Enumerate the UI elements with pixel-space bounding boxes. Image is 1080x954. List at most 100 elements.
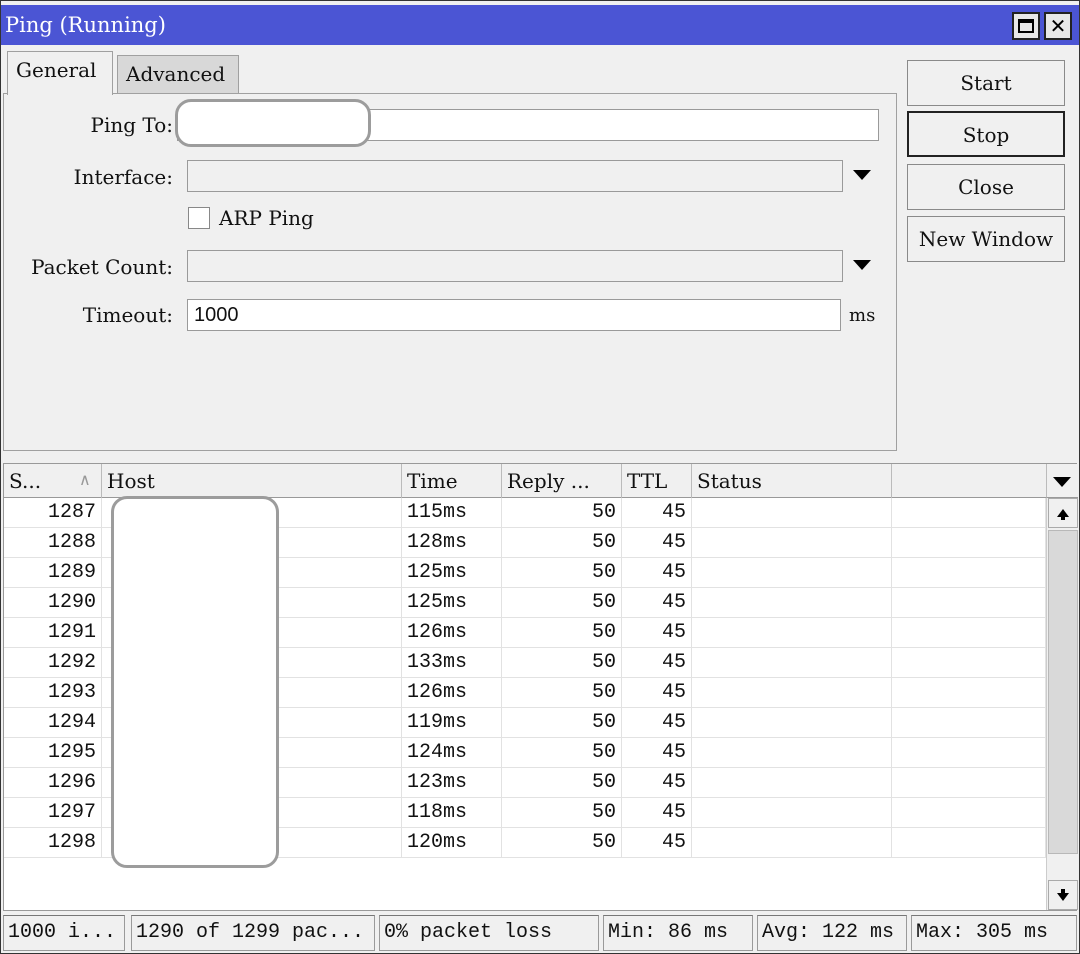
close-button[interactable]: Close bbox=[907, 164, 1065, 210]
column-header-seq[interactable]: S... ∧ bbox=[4, 464, 102, 498]
cell-time: 124ms bbox=[402, 738, 502, 768]
column-header-empty bbox=[892, 464, 1046, 498]
timeout-unit: ms bbox=[849, 305, 876, 326]
cell-seq: 1290 bbox=[4, 588, 102, 618]
column-header-host[interactable]: Host bbox=[102, 464, 402, 498]
cell-seq: 1293 bbox=[4, 678, 102, 708]
cell-reply-size: 50 bbox=[502, 738, 622, 768]
cell-status bbox=[692, 738, 892, 768]
cell-ttl: 45 bbox=[622, 708, 692, 738]
cell-status bbox=[692, 558, 892, 588]
cell-time: 120ms bbox=[402, 828, 502, 858]
ping-to-label: Ping To: bbox=[90, 113, 173, 137]
timeout-input[interactable]: 1000 bbox=[187, 299, 841, 331]
scroll-up-button[interactable] bbox=[1048, 498, 1078, 528]
cell-empty bbox=[892, 648, 1046, 678]
column-header-ttl[interactable]: TTL bbox=[622, 464, 692, 498]
cell-status bbox=[692, 648, 892, 678]
scrollbar-thumb[interactable] bbox=[1048, 530, 1078, 854]
cell-ttl: 45 bbox=[622, 828, 692, 858]
packet-count-input[interactable] bbox=[187, 250, 843, 282]
cell-ttl: 45 bbox=[622, 768, 692, 798]
title-bar[interactable]: Ping (Running) ✕ bbox=[1, 5, 1079, 45]
cell-ttl: 45 bbox=[622, 528, 692, 558]
interface-select[interactable] bbox=[187, 160, 843, 192]
maximize-icon bbox=[1018, 19, 1034, 33]
stop-button[interactable]: Stop bbox=[907, 111, 1065, 157]
cell-seq: 1289 bbox=[4, 558, 102, 588]
cell-ttl: 45 bbox=[622, 738, 692, 768]
maximize-button[interactable] bbox=[1012, 12, 1040, 40]
sort-ascending-icon: ∧ bbox=[79, 470, 91, 489]
cell-time: 123ms bbox=[402, 768, 502, 798]
scroll-down-button[interactable] bbox=[1048, 880, 1078, 910]
tab-general[interactable]: General bbox=[7, 51, 113, 95]
close-window-button[interactable]: ✕ bbox=[1044, 12, 1072, 40]
status-avg: Avg: 122 ms bbox=[757, 915, 907, 951]
cell-ttl: 45 bbox=[622, 558, 692, 588]
cell-seq: 1292 bbox=[4, 648, 102, 678]
interface-dropdown-icon[interactable] bbox=[853, 170, 871, 180]
status-min: Min: 86 ms bbox=[603, 915, 753, 951]
cell-seq: 1287 bbox=[4, 498, 102, 528]
cell-seq: 1294 bbox=[4, 708, 102, 738]
cell-reply-size: 50 bbox=[502, 618, 622, 648]
cell-reply-size: 50 bbox=[502, 768, 622, 798]
cell-empty bbox=[892, 498, 1046, 528]
redacted-address bbox=[175, 99, 371, 147]
scroll-down-icon bbox=[1057, 889, 1069, 901]
interface-label: Interface: bbox=[73, 165, 173, 189]
new-window-button[interactable]: New Window bbox=[907, 216, 1065, 262]
vertical-scrollbar[interactable] bbox=[1046, 498, 1078, 910]
cell-seq: 1291 bbox=[4, 618, 102, 648]
cell-ttl: 45 bbox=[622, 678, 692, 708]
cell-seq: 1288 bbox=[4, 528, 102, 558]
cell-status bbox=[692, 528, 892, 558]
cell-empty bbox=[892, 738, 1046, 768]
start-button[interactable]: Start bbox=[907, 60, 1065, 106]
cell-status bbox=[692, 588, 892, 618]
cell-time: 118ms bbox=[402, 798, 502, 828]
cell-time: 125ms bbox=[402, 588, 502, 618]
cell-status bbox=[692, 498, 892, 528]
column-header-status[interactable]: Status bbox=[692, 464, 892, 498]
cell-seq: 1295 bbox=[4, 738, 102, 768]
status-max: Max: 305 ms bbox=[911, 915, 1077, 951]
cell-reply-size: 50 bbox=[502, 798, 622, 828]
cell-reply-size: 50 bbox=[502, 678, 622, 708]
status-interval: 1000 i... bbox=[3, 915, 125, 951]
cell-reply-size: 50 bbox=[502, 558, 622, 588]
cell-reply-size: 50 bbox=[502, 588, 622, 618]
scroll-up-icon bbox=[1057, 509, 1069, 520]
cell-seq: 1297 bbox=[4, 798, 102, 828]
cell-status bbox=[692, 798, 892, 828]
column-menu-button[interactable] bbox=[1046, 464, 1078, 498]
column-header-time[interactable]: Time bbox=[402, 464, 502, 498]
cell-time: 126ms bbox=[402, 618, 502, 648]
cell-time: 125ms bbox=[402, 558, 502, 588]
packet-count-dropdown-icon[interactable] bbox=[853, 260, 871, 270]
cell-ttl: 45 bbox=[622, 618, 692, 648]
packet-count-label: Packet Count: bbox=[31, 255, 173, 279]
cell-ttl: 45 bbox=[622, 498, 692, 528]
tab-advanced[interactable]: Advanced bbox=[117, 55, 239, 93]
cell-empty bbox=[892, 588, 1046, 618]
redacted-host-column bbox=[111, 496, 279, 868]
arp-ping-checkbox[interactable] bbox=[188, 207, 210, 229]
cell-empty bbox=[892, 528, 1046, 558]
cell-empty bbox=[892, 798, 1046, 828]
cell-time: 133ms bbox=[402, 648, 502, 678]
status-bar: 1000 i... 1290 of 1299 pac... 0% packet … bbox=[1, 913, 1079, 953]
column-header-reply-size[interactable]: Reply ... bbox=[502, 464, 622, 498]
cell-seq: 1298 bbox=[4, 828, 102, 858]
table-header: S... ∧ Host Time Reply ... TTL Status bbox=[4, 464, 1046, 498]
chevron-down-icon bbox=[1053, 477, 1071, 487]
cell-time: 119ms bbox=[402, 708, 502, 738]
cell-ttl: 45 bbox=[622, 798, 692, 828]
cell-reply-size: 50 bbox=[502, 708, 622, 738]
cell-empty bbox=[892, 828, 1046, 858]
cell-time: 126ms bbox=[402, 678, 502, 708]
cell-reply-size: 50 bbox=[502, 828, 622, 858]
cell-time: 128ms bbox=[402, 528, 502, 558]
cell-status bbox=[692, 828, 892, 858]
